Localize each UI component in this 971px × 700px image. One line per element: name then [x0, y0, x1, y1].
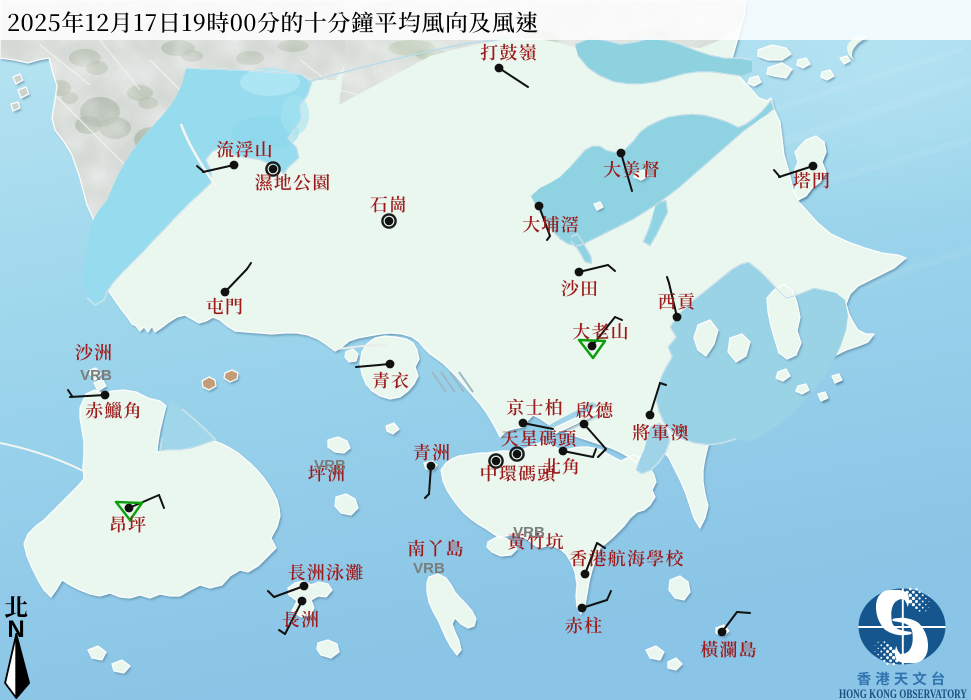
svg-text:VRB: VRB	[413, 560, 445, 577]
svg-text:VRB: VRB	[80, 367, 112, 384]
svg-text:VRB: VRB	[513, 524, 545, 541]
svg-text:VRB: VRB	[314, 457, 346, 474]
svg-text:HONG KONG OBSERVATORY: HONG KONG OBSERVATORY	[839, 687, 967, 700]
